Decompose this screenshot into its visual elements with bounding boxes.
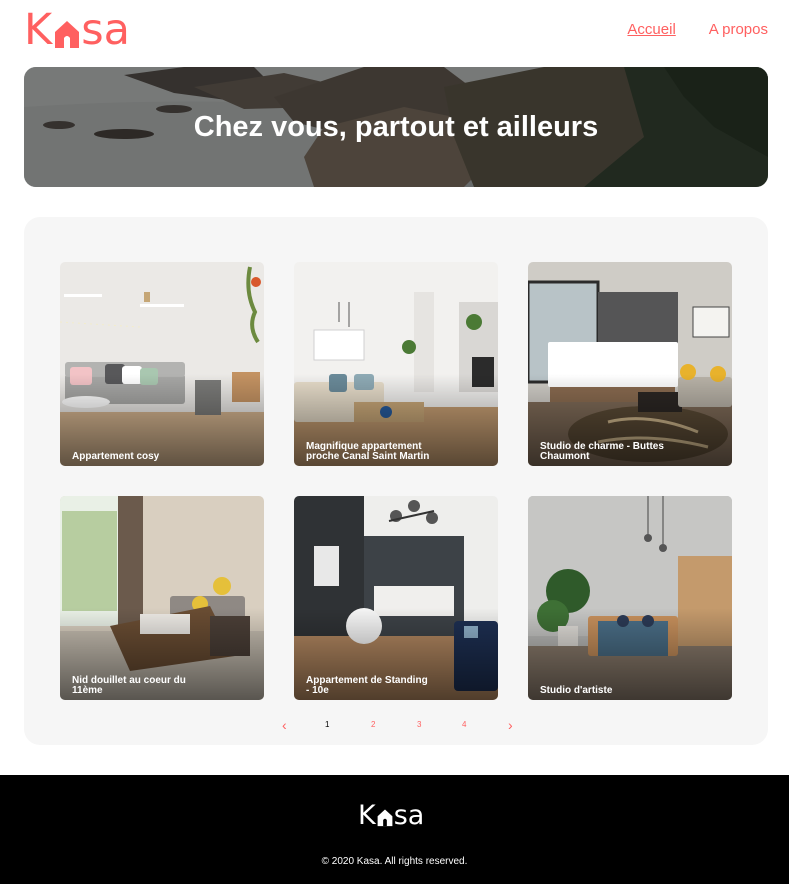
listing-card[interactable]: Appartement cosy xyxy=(60,262,264,466)
listing-card[interactable]: Magnifique appartement proche Canal Sain… xyxy=(294,262,498,466)
page-4-link[interactable]: 4 xyxy=(462,720,466,729)
main-nav: Accueil A propos xyxy=(627,21,768,38)
listing-title: Studio de charme - Buttes Chaumont xyxy=(540,441,664,462)
logo-letters-sa: sa xyxy=(81,5,130,55)
listing-title: Appartement cosy xyxy=(72,450,160,462)
chevron-right-icon[interactable]: › xyxy=(508,717,513,733)
footer-logo-letters-sa: sa xyxy=(393,800,425,831)
footer-kasa-logo: K sa xyxy=(358,801,424,829)
chevron-left-icon[interactable]: ‹ xyxy=(282,717,287,733)
nav-link-home[interactable]: Accueil xyxy=(627,21,675,38)
copyright-text: © 2020 Kasa. All rights reserved. xyxy=(321,856,468,867)
house-icon xyxy=(377,809,393,827)
pagination: ‹ 1 2 3 4 › xyxy=(24,717,768,737)
page-3-link[interactable]: 3 xyxy=(417,720,421,729)
listing-card[interactable]: Appartement de Standing - 10e xyxy=(294,496,498,700)
logo-letter-k: K xyxy=(24,5,53,55)
banner-title: Chez vous, partout et ailleurs xyxy=(193,110,599,143)
listing-title: Appartement de Standing - 10e xyxy=(306,675,428,696)
site-footer: K sa © 2020 Kasa. All rights reserved. xyxy=(0,775,789,884)
listing-card[interactable]: Studio de charme - Buttes Chaumont xyxy=(528,262,732,466)
listings-gallery: Appartement cosy Magnifique appartement … xyxy=(24,217,768,745)
listing-title: Magnifique appartement proche Canal Sain… xyxy=(306,441,430,462)
listing-title: Nid douillet au coeur du 11ème xyxy=(72,675,186,696)
kasa-logo[interactable]: K sa xyxy=(24,8,130,52)
hero-banner: Chez vous, partout et ailleurs xyxy=(24,67,768,187)
listing-card[interactable]: Nid douillet au coeur du 11ème xyxy=(60,496,264,700)
nav-link-about[interactable]: A propos xyxy=(709,21,768,38)
footer-logo-letter-k: K xyxy=(358,800,376,831)
listing-title: Studio d'artiste xyxy=(540,684,613,696)
house-icon xyxy=(55,21,80,48)
page-2-link[interactable]: 2 xyxy=(371,720,375,729)
page-1-link[interactable]: 1 xyxy=(325,720,329,729)
site-header: K sa Accueil A propos xyxy=(0,0,789,60)
listing-card[interactable]: Studio d'artiste xyxy=(528,496,732,700)
